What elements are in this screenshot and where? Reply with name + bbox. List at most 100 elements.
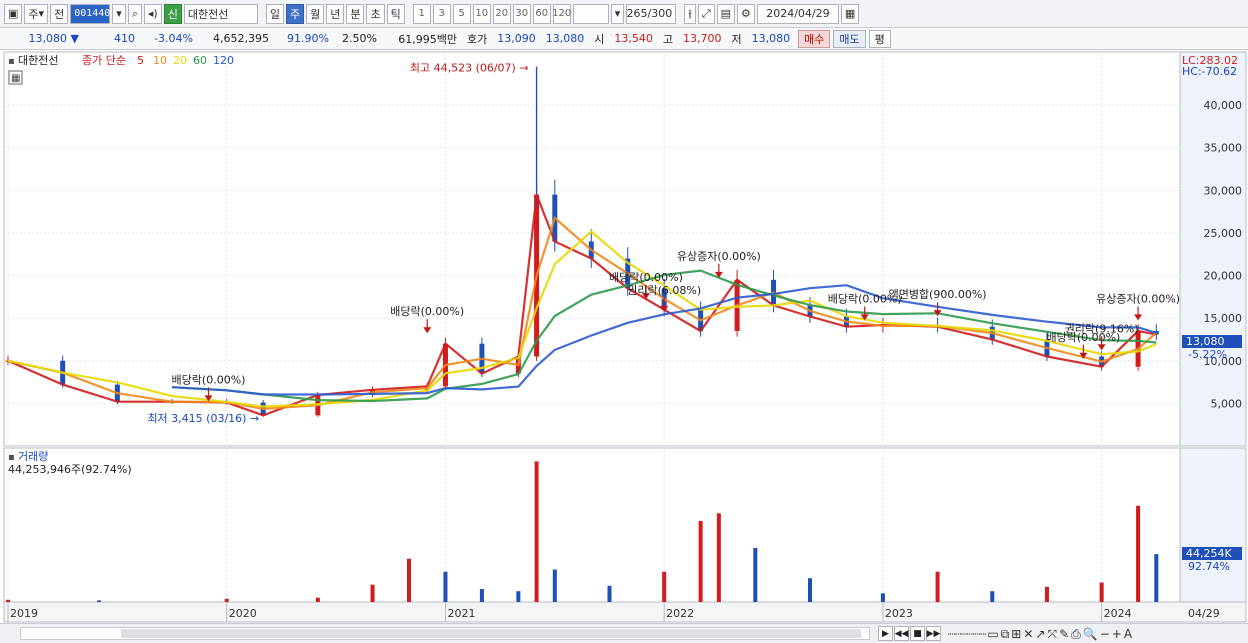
volume-bar: [370, 584, 375, 602]
interval-60[interactable]: 60: [532, 3, 551, 24]
period-type-select[interactable]: 주 ▾: [24, 3, 49, 24]
stop-icon[interactable]: ■: [910, 626, 925, 641]
quote-bar: 13,080 ▼ 410 -3.04% 4,652,395 91.90% 2.5…: [0, 28, 1248, 50]
period-tab-minute[interactable]: 분: [346, 3, 365, 24]
price-tick-label: 5,000: [1211, 397, 1243, 410]
scroll-thumb[interactable]: [121, 629, 861, 638]
bottom-bar: ▶ ◀◀ ■ ▶▶ ┈┈┈┈┈┈ ▭ ⧉ ⊞ ✕ ↗ ⤧ ✎ ⎙ 🔍 − + A: [0, 623, 1248, 643]
price-change-pct: -3.04%: [154, 32, 193, 45]
interval-20[interactable]: 20: [492, 3, 511, 24]
code-dropdown-icon[interactable]: ▾: [112, 3, 126, 24]
period-tab-month[interactable]: 월: [306, 3, 325, 24]
current-price-axis-label: 13,080: [1186, 335, 1225, 348]
settings-gear-icon[interactable]: ⚙: [737, 3, 755, 24]
scroll-right-icon[interactable]: ▶: [878, 626, 893, 641]
period-tab-week[interactable]: 주: [285, 3, 305, 24]
buy-button[interactable]: 매수: [798, 29, 831, 48]
volume-bar: [6, 599, 10, 602]
zoom-icon[interactable]: 🔍: [1083, 627, 1098, 641]
copy-icon[interactable]: ⧉: [1001, 627, 1010, 642]
event-label: 권리락(6.08%): [627, 284, 701, 297]
save-icon[interactable]: ▤: [716, 3, 736, 24]
price-tick-label: 40,000: [1204, 99, 1243, 112]
minus-icon[interactable]: −: [1100, 627, 1110, 641]
high-label: 최고 44,523 (06/07) →: [410, 62, 529, 75]
prev-button[interactable]: 전: [50, 3, 69, 24]
volume-bar: [479, 589, 484, 602]
interval-5[interactable]: 5: [452, 3, 471, 24]
layout-icon[interactable]: ▭: [987, 627, 998, 641]
volume-bar: [315, 597, 320, 602]
volume-bar: [534, 461, 539, 602]
bid-price-2: 13,080: [545, 32, 585, 45]
volume-square-icon: ▪: [8, 452, 15, 463]
chart-window-icon[interactable]: ▣: [4, 3, 23, 24]
draw-tool-icon[interactable]: ⤢: [697, 3, 715, 24]
stock-name-field: 대한전선: [183, 3, 258, 24]
event-label: 유상증자(0.00%): [1096, 292, 1180, 305]
text-tool-icon[interactable]: ✎: [1059, 627, 1069, 641]
print-icon[interactable]: ⎙: [1071, 627, 1081, 642]
time-tick-label: 2024: [1104, 607, 1132, 620]
time-scrollbar[interactable]: [20, 627, 870, 640]
interval-3[interactable]: 3: [432, 3, 451, 24]
current-price: 13,080 ▼: [28, 32, 79, 45]
data-count-field[interactable]: 265/300: [626, 3, 677, 24]
chart-area[interactable]: 최고 44,523 (06/07) → 최저 3,415 (03/16) → 배당락…: [0, 51, 1248, 643]
candle-type-icon[interactable]: ⫲: [684, 3, 696, 24]
search-icon[interactable]: ⌕: [127, 3, 142, 24]
volume-bar: [1099, 582, 1104, 602]
rewind-icon[interactable]: ◀◀: [894, 626, 909, 641]
plus-icon[interactable]: +: [1112, 627, 1122, 641]
period-tab-second[interactable]: 초: [366, 3, 385, 24]
high-price: 13,700: [683, 32, 722, 45]
interval-1[interactable]: 1: [412, 3, 431, 24]
time-axis-pane: [3, 601, 1247, 623]
split-icon[interactable]: ⊞: [1011, 627, 1021, 641]
high-label: 고: [662, 32, 673, 46]
event-label: 액면병합(900.00%): [889, 288, 987, 301]
volume-pane: [3, 447, 1181, 603]
price-tick-label: 20,000: [1204, 270, 1243, 283]
period-tab-tick[interactable]: 틱: [386, 3, 405, 24]
volume-bar: [662, 571, 667, 602]
event-label: 권리락(9.16%): [1065, 322, 1139, 335]
sell-button[interactable]: 매도: [833, 29, 866, 48]
price-chart-svg[interactable]: 최고 44,523 (06/07) → 최저 3,415 (03/16) → 배당락…: [0, 51, 1248, 623]
avg-button[interactable]: 평: [868, 29, 891, 48]
period-tab-year[interactable]: 년: [326, 3, 345, 24]
stock-code-input[interactable]: 001440: [70, 3, 110, 24]
calendar-icon[interactable]: ▦: [840, 3, 860, 24]
interval-30[interactable]: 30: [512, 3, 531, 24]
price-tick-label: 30,000: [1204, 184, 1243, 197]
interval-custom-input[interactable]: [572, 3, 609, 24]
fast-forward-icon[interactable]: ▶▶: [926, 626, 941, 641]
legend-ma-20: 20: [173, 54, 187, 67]
sound-icon[interactable]: ◂): [143, 3, 162, 24]
crosshair-icon[interactable]: ✕: [1023, 627, 1033, 641]
period-tab-day[interactable]: 일: [265, 3, 284, 24]
volume-bar: [97, 600, 102, 602]
volume-bar: [1136, 505, 1141, 602]
turnover-ratio: 2.50%: [342, 32, 377, 45]
interval-120[interactable]: 120: [552, 3, 571, 24]
font-icon[interactable]: A: [1124, 627, 1132, 641]
volume-bar: [1154, 554, 1159, 602]
fibo-icon[interactable]: ⤧: [1047, 627, 1057, 642]
low-price: 13,080: [751, 32, 791, 45]
date-field[interactable]: 2024/04/29: [756, 3, 839, 24]
current-pct-axis-label: -5.22%: [1188, 348, 1227, 361]
volume-bar: [607, 585, 612, 602]
low-label: 최저 3,415 (03/16) →: [147, 412, 259, 425]
interval-10[interactable]: 10: [472, 3, 491, 24]
volume-bar: [698, 520, 703, 602]
trend-icon[interactable]: ↗: [1035, 627, 1045, 641]
zoom-slider-icon[interactable]: ┈┈┈┈┈┈: [948, 627, 986, 641]
time-tick-label: 04/29: [1188, 607, 1220, 620]
price-change: 410: [114, 32, 135, 45]
bid-price-1: 13,090: [497, 32, 536, 45]
interval-dropdown-icon[interactable]: ▾: [610, 3, 625, 24]
legend-ma-5: 5: [137, 54, 144, 67]
price-tick-label: 25,000: [1204, 227, 1243, 240]
low-label: 저: [731, 32, 742, 46]
